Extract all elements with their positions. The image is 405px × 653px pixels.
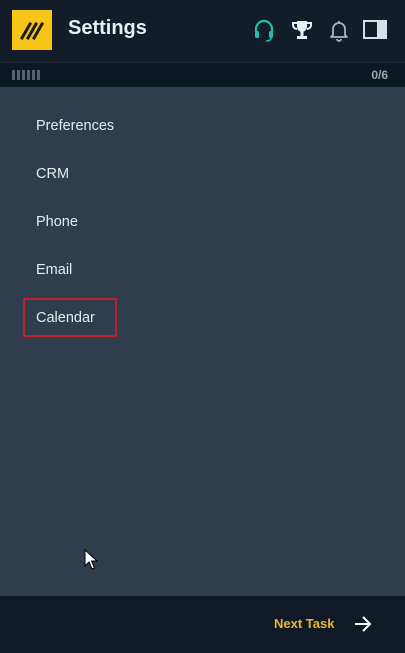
menu-item-preferences[interactable]: Preferences — [36, 118, 114, 134]
progress-tick — [12, 70, 15, 80]
menu-item-crm[interactable]: CRM — [36, 166, 69, 182]
progress-tick — [32, 70, 35, 80]
trophy-icon[interactable] — [290, 18, 314, 42]
page-title: Settings — [68, 17, 147, 39]
panel-toggle-icon[interactable] — [362, 18, 387, 42]
selection-highlight — [23, 298, 117, 337]
progress-tick — [17, 70, 20, 80]
progress-count: 0/6 — [371, 68, 388, 82]
menu-item-email[interactable]: Email — [36, 262, 72, 278]
bell-icon[interactable] — [327, 18, 351, 42]
footer-bar: Next Task — [0, 596, 405, 653]
settings-menu: Preferences CRM Phone Email Calendar — [0, 87, 405, 596]
header-bar: Settings — [0, 0, 405, 62]
menu-item-phone[interactable]: Phone — [36, 214, 78, 230]
progress-tick — [22, 70, 25, 80]
progress-tick — [27, 70, 30, 80]
app-window: Settings 0/6 Preferences CRM Phone Email… — [0, 0, 405, 653]
arrow-right-icon[interactable] — [352, 613, 374, 635]
progress-tick — [37, 70, 40, 80]
mouse-cursor-icon — [84, 548, 99, 571]
logo-icon[interactable] — [12, 10, 52, 50]
progress-ticks — [12, 70, 40, 80]
next-task-button[interactable]: Next Task — [274, 616, 334, 631]
headset-icon[interactable] — [252, 18, 276, 42]
task-progress-strip: 0/6 — [0, 62, 405, 88]
